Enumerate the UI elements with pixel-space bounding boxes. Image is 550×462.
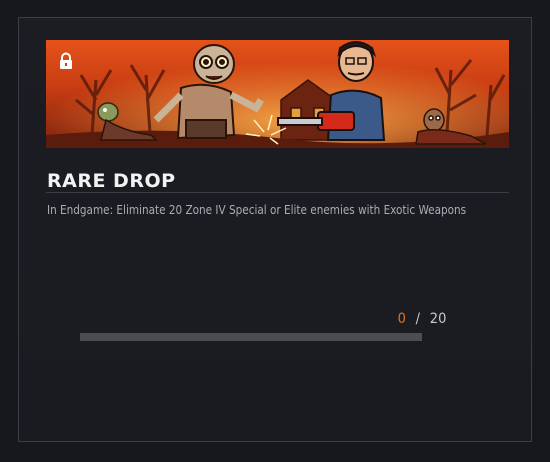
progress-total: 20 <box>429 311 446 327</box>
progress-current: 0 <box>397 311 406 327</box>
challenge-card: RARE DROP In Endgame: Eliminate 20 Zone … <box>18 17 532 442</box>
challenge-description: In Endgame: Eliminate 20 Zone IV Special… <box>47 202 467 217</box>
lock-icon <box>57 52 75 70</box>
challenge-title: RARE DROP <box>47 170 176 192</box>
progress-counter: 0 / 20 <box>397 311 446 327</box>
banner-illustration <box>46 40 509 148</box>
progress-separator: / <box>415 311 420 327</box>
title-divider <box>46 192 509 193</box>
progress-bar <box>80 333 422 341</box>
challenge-banner-image <box>46 40 509 148</box>
